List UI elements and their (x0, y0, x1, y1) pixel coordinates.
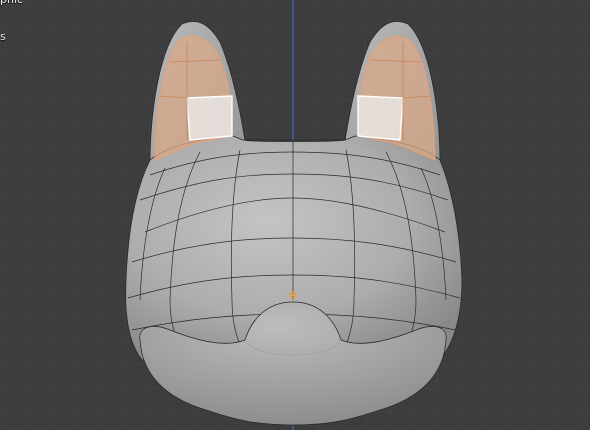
viewport-collection-name: s (0, 30, 6, 43)
viewport-view-name: phic (0, 0, 23, 6)
viewport-canvas[interactable] (0, 0, 590, 430)
3d-viewport[interactable]: phic s (0, 0, 590, 430)
